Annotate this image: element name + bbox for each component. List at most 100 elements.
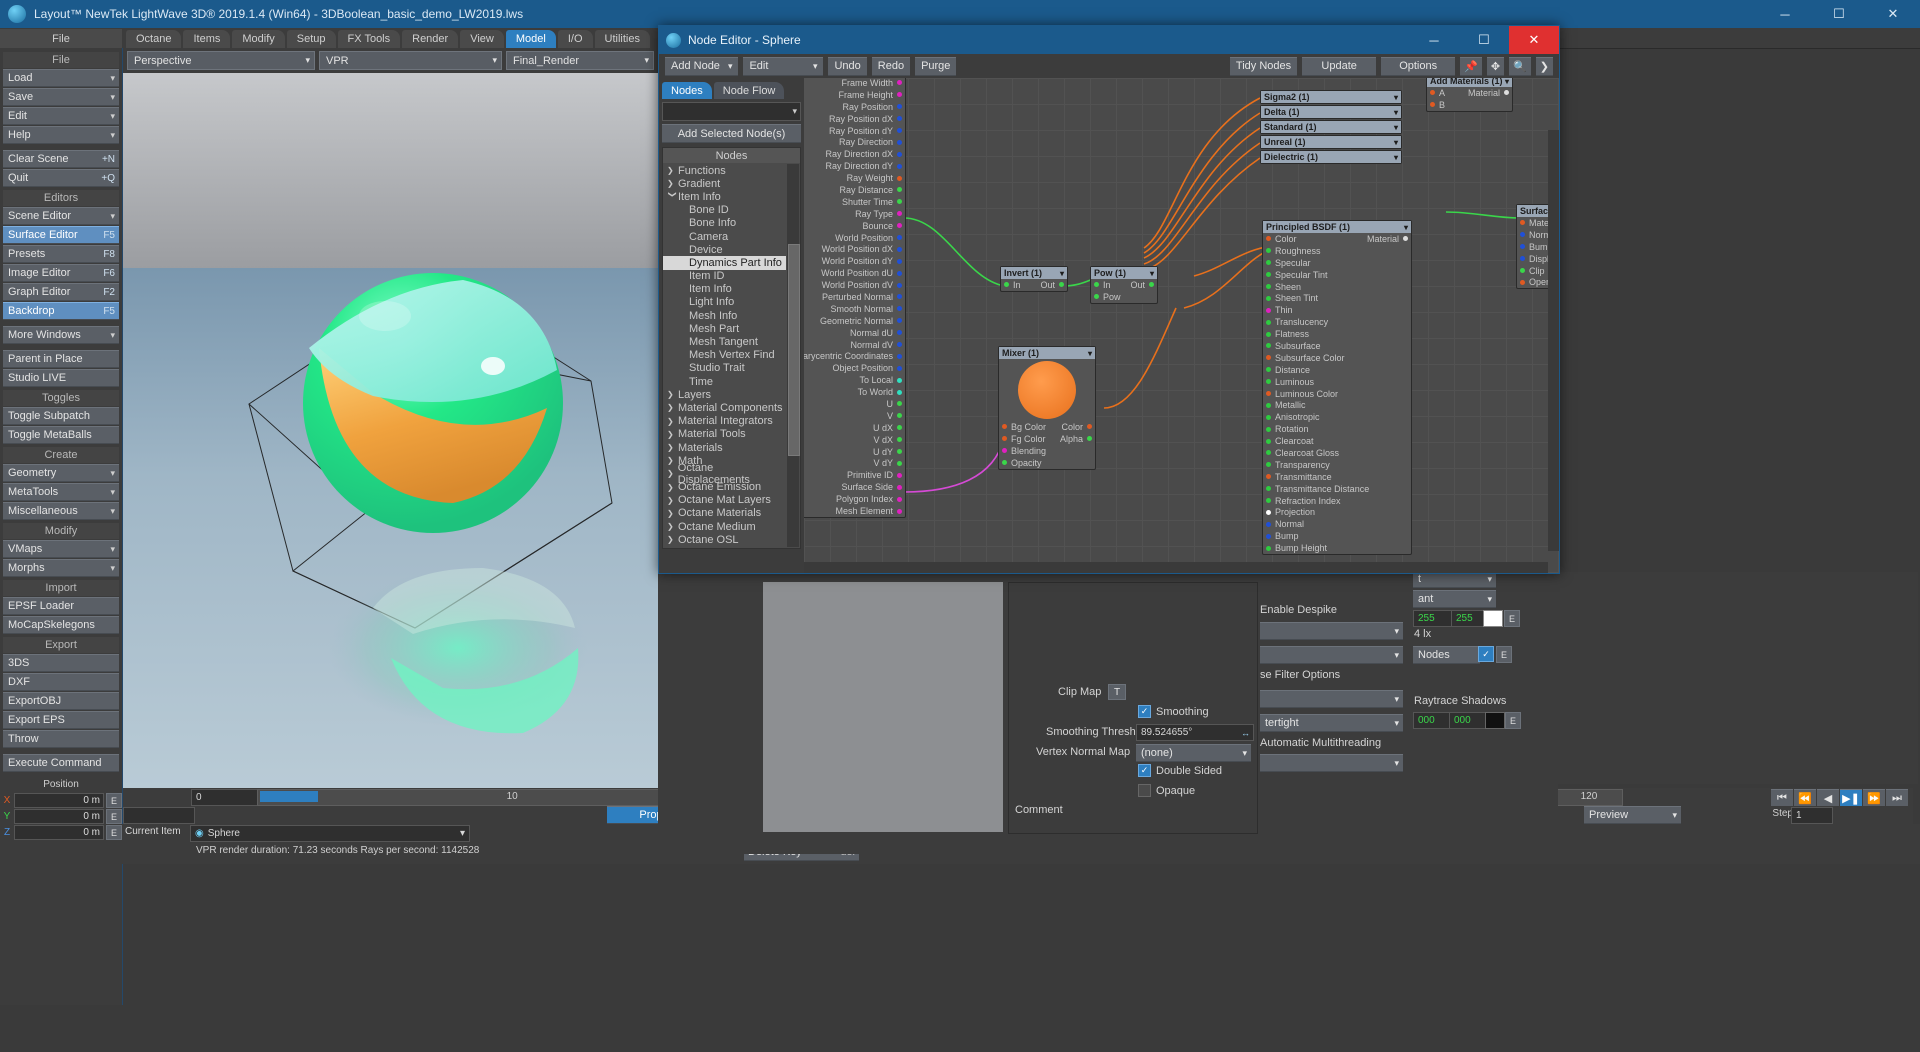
chevron-right-icon[interactable]: ❯ [667, 417, 678, 426]
bsdf-input-color[interactable]: Color Material [1263, 233, 1411, 245]
port-dot[interactable] [1520, 279, 1525, 285]
port-dot[interactable] [897, 92, 902, 98]
port-dot[interactable] [897, 508, 902, 514]
transport-first-frame-button[interactable]: ⏮ [1771, 789, 1793, 807]
port-dot[interactable] [1059, 282, 1064, 288]
axis-envelope-button[interactable]: E [106, 809, 122, 824]
chevron-right-icon[interactable]: ❯ [667, 430, 678, 439]
double-sided-row[interactable]: ✓ Double Sided [1138, 764, 1222, 777]
sidebar-item-more-windows[interactable]: More Windows ▾ [3, 326, 119, 344]
smoothing-checkbox[interactable]: ✓ [1138, 705, 1151, 718]
port-dot[interactable] [1002, 424, 1007, 430]
chevron-right-icon[interactable]: ❯ [667, 456, 678, 465]
invert-node[interactable]: Invert (1) ▾ In Out [1000, 266, 1068, 292]
surface-input-output-row[interactable]: To World [804, 386, 905, 398]
port-dot[interactable] [1266, 533, 1271, 539]
node-library-scrollbar[interactable] [787, 164, 800, 547]
chevron-right-icon[interactable]: ❯ [667, 522, 678, 531]
node-library-item-mesh-vertex-find[interactable]: Mesh Vertex Find [663, 349, 786, 362]
menu-tab-i-o[interactable]: I/O [557, 30, 593, 48]
node-library-list[interactable]: Nodes ❯ Functions ❯ Gradient ❯ Item Info Bone … [662, 147, 801, 549]
aa-dropdown[interactable]: ▾ [1260, 646, 1403, 664]
port-dot[interactable] [897, 211, 902, 217]
surface-input-output-row[interactable]: World Position dV [804, 279, 905, 291]
color-swatch[interactable] [1483, 610, 1503, 627]
axis-value[interactable]: 0 m [14, 809, 104, 824]
mixer-blending-row[interactable]: Blending [999, 445, 1095, 457]
port-dot[interactable] [1266, 402, 1271, 408]
port-dot[interactable] [897, 199, 902, 205]
node-library-item-octane-procedurals[interactable]: ❯Octane Procedurals [663, 546, 786, 548]
port-dot[interactable] [897, 163, 902, 169]
surface-input-output-row[interactable]: Normal dV [804, 339, 905, 351]
update-button[interactable]: Update [1302, 56, 1377, 76]
sidebar-item-quit[interactable]: Quit +Q [3, 169, 119, 187]
node-library-item-octane-mat-layers[interactable]: ❯ Octane Mat Layers [663, 494, 786, 507]
port-dot[interactable] [897, 413, 902, 419]
thread-dropdown[interactable]: ▾ [1260, 754, 1403, 772]
port-dot[interactable] [1266, 367, 1271, 373]
edit-dropdown[interactable]: Edit ▾ [743, 56, 824, 76]
port-dot[interactable] [1520, 220, 1525, 226]
axis-envelope-button[interactable]: E [106, 825, 122, 840]
sidebar-item-image-editor[interactable]: Image Editor F6 [3, 264, 119, 282]
port-dot[interactable] [1266, 379, 1271, 385]
mixer-color-swatch[interactable] [1018, 361, 1076, 419]
frame-field[interactable]: 0 [191, 789, 263, 806]
arrows-icon[interactable]: ↔ [1241, 728, 1250, 738]
port-dot[interactable] [1266, 236, 1271, 242]
port-dot[interactable] [1266, 521, 1271, 527]
bsdf-input-subsurface[interactable]: Subsurface [1263, 340, 1411, 352]
bsdf-input-projection[interactable]: Projection [1263, 506, 1411, 518]
bsdf-input-sheen-tint[interactable]: Sheen Tint [1263, 292, 1411, 304]
port-dot[interactable] [897, 116, 902, 122]
sidebar-item-toggle-subpatch[interactable]: Toggle Subpatch [3, 407, 119, 425]
standard-node-header[interactable]: Standard (1) ▾ [1261, 121, 1401, 133]
pow-node-header[interactable]: Pow (1) ▾ [1091, 267, 1157, 279]
pow-pow-row[interactable]: Pow [1091, 291, 1157, 303]
chevron-right-icon[interactable]: ❯ [667, 535, 678, 544]
ne-maximize-button[interactable]: ☐ [1459, 26, 1509, 54]
menu-tab-utilities[interactable]: Utilities [594, 30, 650, 48]
bsdf-input-anisotropic[interactable]: Anisotropic [1263, 411, 1411, 423]
node-library-item-item-id[interactable]: Item ID [663, 270, 786, 283]
timeline-playhead[interactable] [260, 791, 318, 802]
node-library-item-item-info[interactable]: ❯ Item Info [663, 190, 786, 203]
sidebar-item-vmaps[interactable]: VMaps ▾ [3, 540, 119, 558]
port-dot[interactable] [897, 128, 902, 133]
surface-input-output-row[interactable]: Perturbed Normal [804, 291, 905, 303]
surface-input-node[interactable]: Frame Width Frame Height Ray Position Ray P… [804, 78, 906, 518]
port-dot[interactable] [897, 175, 902, 181]
chevron-right-icon[interactable]: ❯ [667, 390, 678, 399]
standard-node[interactable]: Standard (1) ▾ [1260, 120, 1402, 134]
port-dot[interactable] [1266, 414, 1271, 420]
port-dot[interactable] [1087, 436, 1092, 442]
node-library-item-octane-materials[interactable]: ❯ Octane Materials [663, 507, 786, 520]
port-dot[interactable] [1266, 474, 1271, 480]
port-dot[interactable] [1266, 486, 1271, 492]
port-dot[interactable] [897, 151, 902, 157]
port-dot[interactable] [1149, 282, 1154, 288]
bsdf-input-luminous[interactable]: Luminous [1263, 376, 1411, 388]
menu-tab-render[interactable]: Render [402, 30, 459, 48]
surface-input-output-row[interactable]: U dY [804, 446, 905, 458]
surface-input-output-row[interactable]: Ray Position [804, 101, 905, 113]
surface-input-output-row[interactable]: Object Position [804, 362, 905, 374]
options-button[interactable]: Options [1381, 56, 1456, 76]
sidebar-item-surface-editor[interactable]: Surface Editor F5 [3, 226, 119, 244]
menu-tab-setup[interactable]: Setup [286, 30, 336, 48]
axis-row-y[interactable]: Y0 mE [0, 809, 122, 824]
surface-input-output-row[interactable]: To Local [804, 374, 905, 386]
surface-input-output-row[interactable]: Smooth Normal [804, 303, 905, 315]
node-library-item-light-info[interactable]: Light Info [663, 296, 786, 309]
chevron-right-icon[interactable]: ❯ [667, 496, 678, 505]
nodes-dropdown[interactable]: Nodes [1413, 646, 1480, 664]
sidebar-item-graph-editor[interactable]: Graph Editor F2 [3, 283, 119, 301]
surface-input-output-row[interactable]: Ray Direction dX [804, 148, 905, 160]
port-dot[interactable] [897, 306, 902, 312]
port-dot[interactable] [1002, 460, 1007, 466]
principled-bsdf-header[interactable]: Principled BSDF (1) ▾ [1263, 221, 1411, 233]
node-library-item-octane-medium[interactable]: ❯ Octane Medium [663, 520, 786, 533]
port-dot[interactable] [1266, 462, 1271, 468]
add-materials-input-a[interactable]: A Material [1427, 87, 1512, 99]
